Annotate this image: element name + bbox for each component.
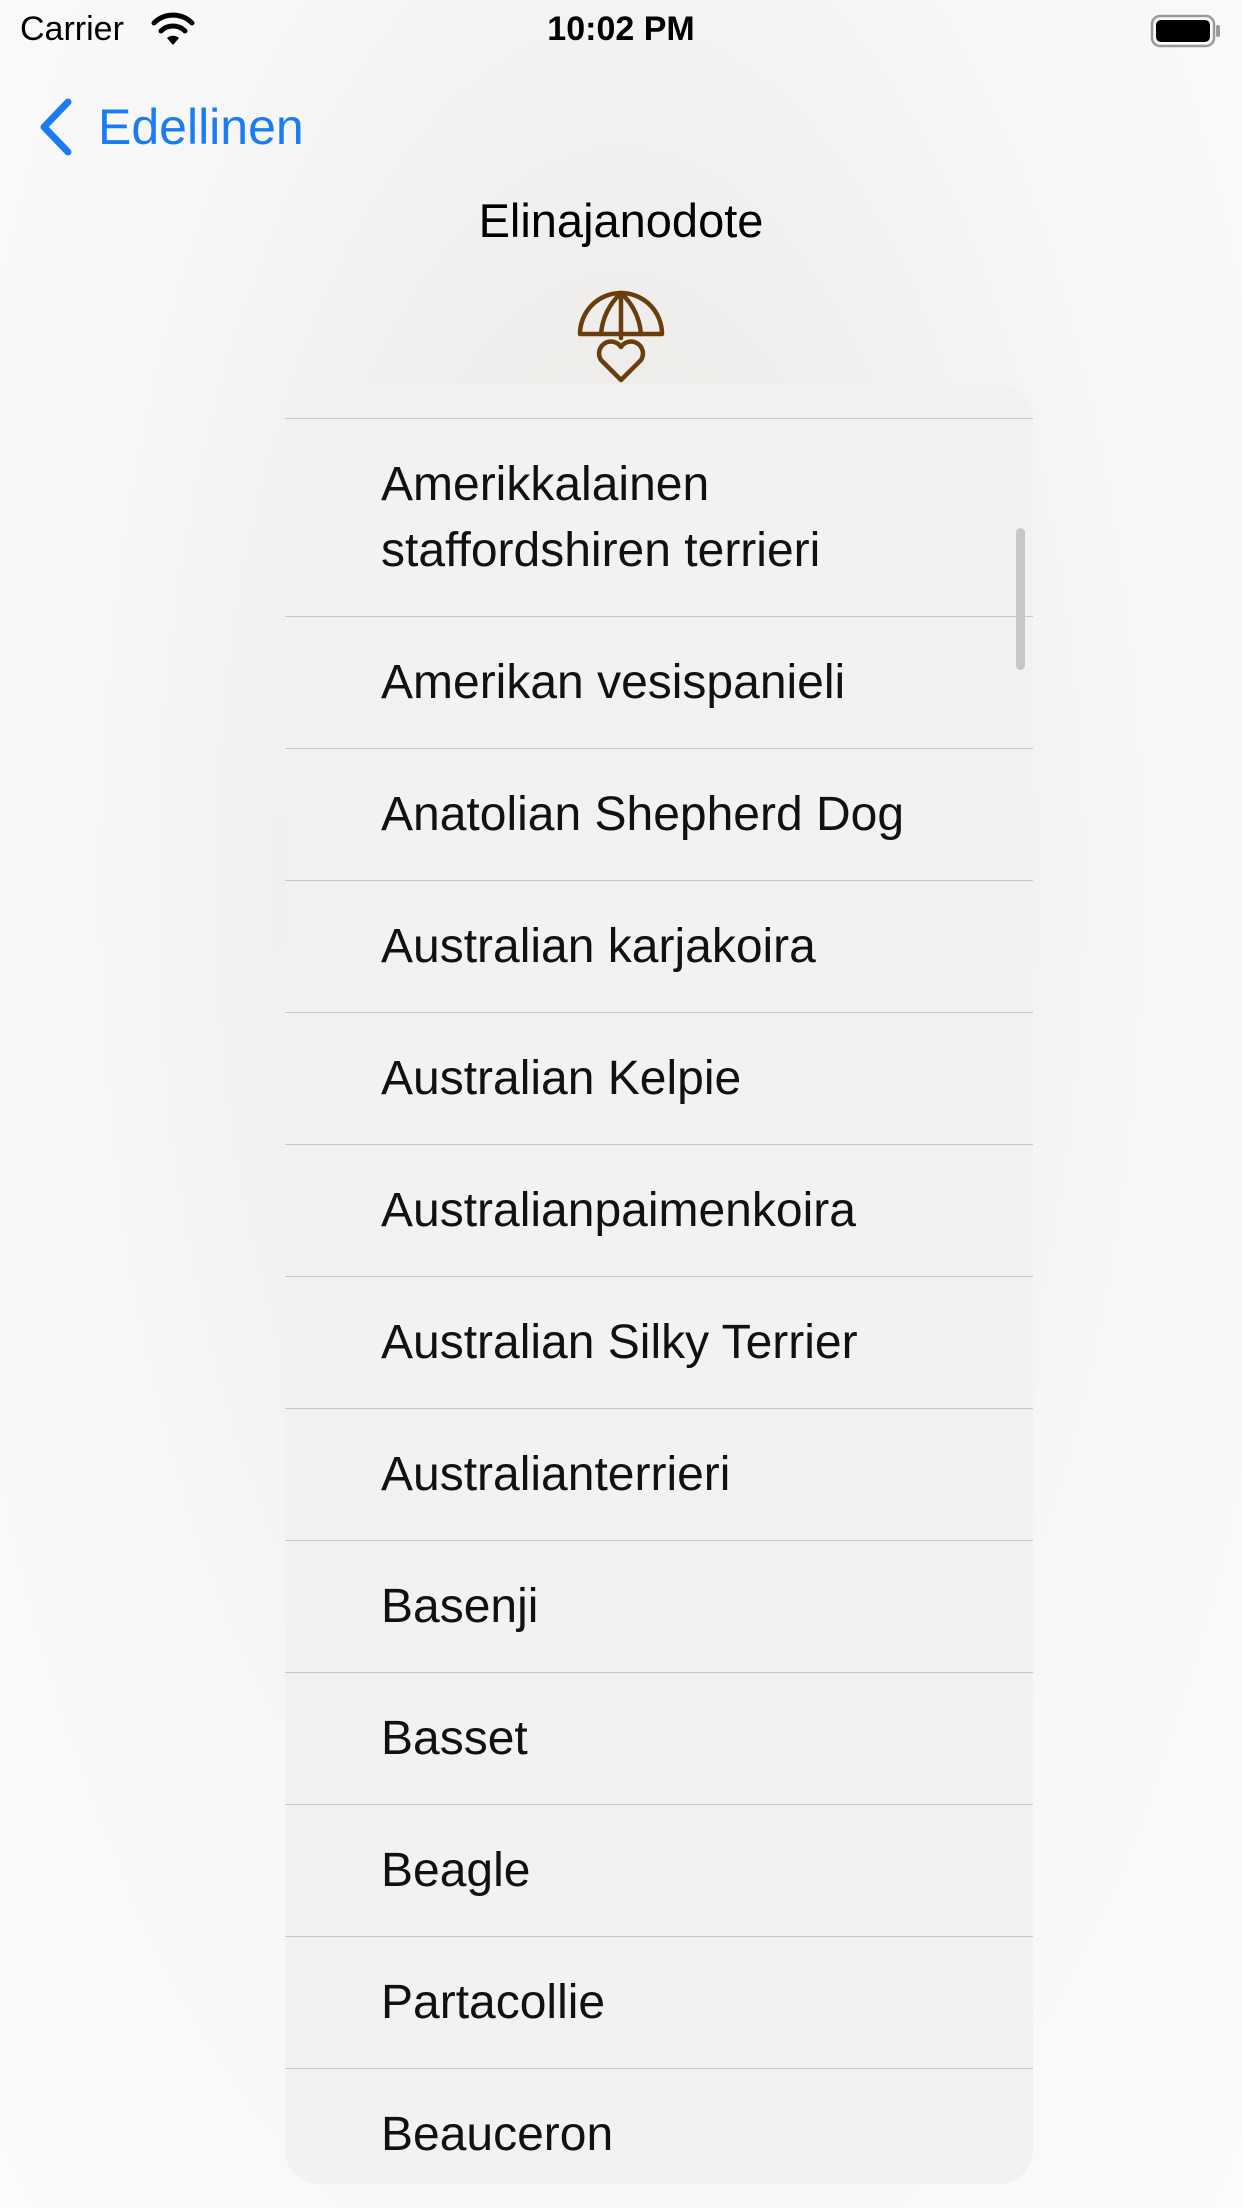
breed-label: Australian Kelpie bbox=[381, 1051, 742, 1105]
breed-list: Amerikkalainen staffordshiren terrieri A… bbox=[285, 418, 1033, 2184]
breed-label: Beagle bbox=[381, 1843, 531, 1897]
scroll-indicator[interactable] bbox=[1016, 528, 1025, 670]
back-button[interactable]: Edellinen bbox=[36, 92, 304, 162]
breed-label: Australian karjakoira bbox=[381, 919, 816, 973]
breed-row[interactable]: Beauceron bbox=[285, 2068, 1033, 2184]
breed-label: Basenji bbox=[381, 1579, 539, 1633]
breed-row[interactable]: Basset bbox=[285, 1672, 1033, 1804]
breed-row[interactable]: Partacollie bbox=[285, 1936, 1033, 2068]
breed-row[interactable]: Beagle bbox=[285, 1804, 1033, 1936]
breed-row[interactable]: Australianpaimenkoira bbox=[285, 1144, 1033, 1276]
breed-row[interactable]: Amerikkalainen staffordshiren terrieri bbox=[285, 418, 1033, 616]
breed-row[interactable]: Australian karjakoira bbox=[285, 880, 1033, 1012]
chevron-left-icon bbox=[40, 98, 72, 156]
breed-label: Anatolian Shepherd Dog bbox=[381, 787, 905, 841]
breed-label: Partacollie bbox=[381, 1975, 606, 2029]
breed-row[interactable]: Basenji bbox=[285, 1540, 1033, 1672]
breed-label: Australianterrieri bbox=[381, 1447, 731, 1501]
breed-picker[interactable]: Amerikkalainen staffordshiren terrieri A… bbox=[285, 384, 1033, 2184]
breed-row[interactable]: Anatolian Shepherd Dog bbox=[285, 748, 1033, 880]
breed-label: Australian Silky Terrier bbox=[381, 1315, 858, 1369]
breed-label: Australianpaimenkoira bbox=[381, 1183, 856, 1237]
back-button-label: Edellinen bbox=[98, 99, 304, 155]
status-time: 10:02 PM bbox=[547, 10, 695, 48]
breed-row[interactable]: Amerikan vesispanieli bbox=[285, 616, 1033, 748]
breed-label: Beauceron bbox=[381, 2107, 614, 2161]
umbrella-heart-icon bbox=[577, 290, 665, 383]
page-title: Elinajanodote bbox=[478, 194, 764, 247]
breed-label: Amerikkalainen staffordshiren terrieri bbox=[381, 457, 821, 577]
breed-row[interactable]: Australian Kelpie bbox=[285, 1012, 1033, 1144]
breed-row[interactable]: Australianterrieri bbox=[285, 1408, 1033, 1540]
breed-row[interactable]: Australian Silky Terrier bbox=[285, 1276, 1033, 1408]
breed-label: Amerikan vesispanieli bbox=[381, 655, 846, 709]
breed-label: Basset bbox=[381, 1711, 528, 1765]
battery-icon bbox=[1150, 14, 1220, 48]
status-bar: Carrier 10:02 PM bbox=[0, 0, 1242, 62]
